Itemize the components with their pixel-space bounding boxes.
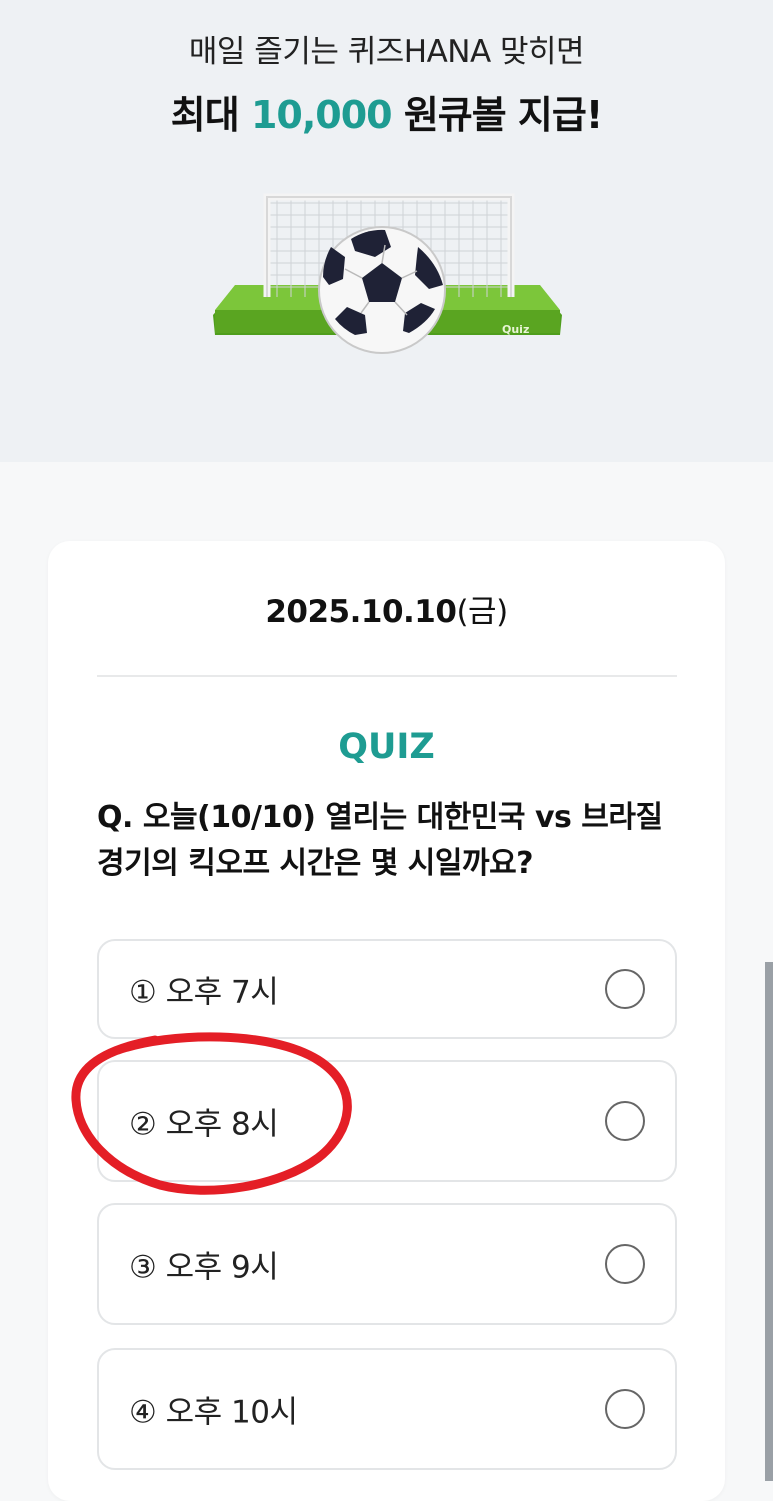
hero-title-amount: 10,000: [250, 93, 393, 137]
hero-title-suffix: 원큐볼 지급!: [391, 93, 603, 137]
answer-option-label: ① 오후 7시: [129, 974, 279, 1011]
soccer-goal-illustration: Quiz: [213, 193, 562, 354]
divider: [97, 675, 677, 677]
hero-banner: 매일 즐기는 퀴즈HANA 맞히면 최대 10,000 원큐볼 지급! Quiz: [0, 0, 773, 462]
answer-option-2[interactable]: ② 오후 8시: [97, 1060, 677, 1182]
hero-subtitle: 매일 즐기는 퀴즈HANA 맞히면: [188, 34, 585, 70]
scrollbar[interactable]: [765, 962, 773, 1481]
quiz-day: (금): [456, 594, 508, 630]
answer-option-label: ④ 오후 10시: [129, 1394, 298, 1431]
hero-image-label: Quiz: [502, 323, 529, 336]
answer-option-label: ③ 오후 9시: [129, 1249, 279, 1286]
radio-button[interactable]: [605, 1101, 645, 1141]
quiz-question: Q. 오늘(10/10) 열리는 대한민국 vs 브라질 경기의 킥오프 시간은…: [97, 800, 663, 881]
radio-button[interactable]: [605, 969, 645, 1009]
quiz-date: 2025.10.10(금): [48, 586, 725, 631]
radio-button[interactable]: [605, 1389, 645, 1429]
hero-title-prefix: 최대: [170, 93, 251, 137]
answer-option-label: ② 오후 8시: [129, 1106, 279, 1143]
quiz-card: 2025.10.10(금) QUIZ Q. 오늘(10/10) 열리는 대한민국…: [48, 541, 725, 1501]
hero-title: 최대 10,000 원큐볼 지급!: [0, 84, 773, 139]
radio-button[interactable]: [605, 1244, 645, 1284]
answer-option-3[interactable]: ③ 오후 9시: [97, 1203, 677, 1325]
quiz-date-value: 2025.10.10: [265, 594, 457, 630]
quiz-label: QUIZ: [338, 727, 435, 767]
answer-option-4[interactable]: ④ 오후 10시: [97, 1348, 677, 1470]
answer-option-1[interactable]: ① 오후 7시: [97, 939, 677, 1039]
